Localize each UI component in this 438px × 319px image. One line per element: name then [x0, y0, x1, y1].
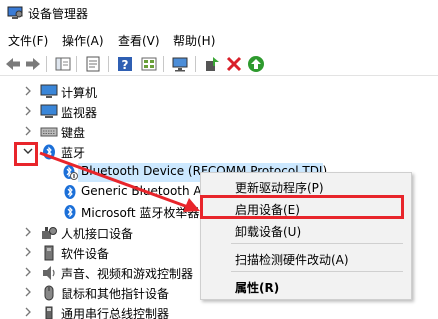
bluetooth-icon — [61, 204, 79, 220]
tree-label: 键盘 — [61, 126, 86, 140]
enable-device-highlight-box — [200, 195, 404, 219]
title-bar: 设备管理器 — [0, 0, 438, 28]
forward-icon[interactable] — [24, 55, 42, 73]
monitor-icon — [40, 104, 58, 120]
device-manager-icon — [7, 6, 23, 20]
menu-item-update-driver[interactable]: 更新驱动程序(P) — [235, 179, 324, 196]
toolbar: ? — [0, 52, 438, 76]
view-icon[interactable] — [140, 55, 158, 73]
bluetooth-icon — [61, 184, 79, 200]
chevron-right-icon[interactable] — [22, 85, 34, 97]
tree-label: 蓝牙 — [61, 146, 86, 160]
menu-file[interactable]: 文件(F) — [8, 32, 48, 49]
uninstall-icon[interactable] — [225, 55, 243, 73]
hid-icon — [40, 225, 58, 241]
chevron-right-icon[interactable] — [22, 125, 34, 137]
tree-label: 鼠标和其他指针设备 — [61, 287, 170, 301]
context-menu: 更新驱动程序(P) 启用设备(E) 卸载设备(U) 扫描检测硬件改动(A) 属性… — [200, 172, 412, 300]
speaker-icon — [40, 265, 58, 281]
menu-item-scan-hardware[interactable]: 扫描检测硬件改动(A) — [235, 251, 349, 268]
update-driver-icon[interactable] — [203, 55, 221, 73]
tree-label: 通用串行总线控制器 — [61, 307, 170, 319]
tree-label: Microsoft 蓝牙枚举器 — [81, 206, 200, 220]
menu-action[interactable]: 操作(A) — [62, 32, 104, 49]
toolbar-separator — [195, 56, 196, 72]
chevron-right-icon[interactable] — [22, 306, 34, 318]
toolbar-separator — [108, 56, 109, 72]
tree-item-monitor[interactable]: 监视器 — [0, 102, 438, 122]
scan-hardware-icon[interactable] — [171, 55, 189, 73]
tree-item-bluetooth[interactable]: 蓝牙 — [0, 142, 438, 162]
tree-label: 软件设备 — [61, 247, 110, 261]
window-title: 设备管理器 — [28, 7, 89, 21]
chevron-right-icon[interactable] — [22, 105, 34, 117]
computer-icon — [40, 84, 58, 100]
svg-text:?: ? — [122, 58, 129, 72]
tree-label: 监视器 — [61, 106, 98, 120]
back-icon[interactable] — [4, 55, 22, 73]
tree-label: 计算机 — [61, 86, 98, 100]
chevron-right-icon[interactable] — [22, 286, 34, 298]
menu-item-uninstall-device[interactable]: 卸载设备(U) — [235, 223, 301, 240]
tree-item-computer[interactable]: 计算机 — [0, 82, 438, 102]
usb-icon — [40, 305, 58, 319]
show-hide-tree-icon[interactable] — [54, 55, 72, 73]
tree-label: 人机接口设备 — [61, 227, 134, 241]
properties-icon[interactable] — [84, 55, 102, 73]
mouse-icon — [40, 285, 58, 301]
toolbar-separator — [163, 56, 164, 72]
menu-help[interactable]: 帮助(H) — [173, 32, 215, 49]
software-device-icon — [40, 245, 58, 261]
bluetooth-icon — [40, 144, 58, 160]
menu-divider — [231, 243, 403, 244]
toolbar-separator — [76, 56, 77, 72]
bluetooth-disabled-icon — [61, 164, 79, 180]
menu-divider — [231, 271, 403, 272]
keyboard-icon — [40, 124, 58, 140]
menu-view[interactable]: 查看(V) — [118, 32, 160, 49]
chevron-right-icon[interactable] — [22, 226, 34, 238]
help-icon[interactable]: ? — [116, 55, 134, 73]
menu-bar: 文件(F) 操作(A) 查看(V) 帮助(H) — [0, 30, 438, 50]
toolbar-separator — [46, 56, 47, 72]
tree-item-keyboard[interactable]: 键盘 — [0, 122, 438, 142]
menu-item-properties[interactable]: 属性(R) — [235, 279, 279, 296]
chevron-right-icon[interactable] — [22, 266, 34, 278]
tree-item-usb[interactable]: 通用串行总线控制器 — [0, 303, 438, 319]
tree-label: 声音、视频和游戏控制器 — [61, 267, 194, 281]
enable-device-icon[interactable] — [247, 55, 265, 73]
chevron-right-icon[interactable] — [22, 246, 34, 258]
